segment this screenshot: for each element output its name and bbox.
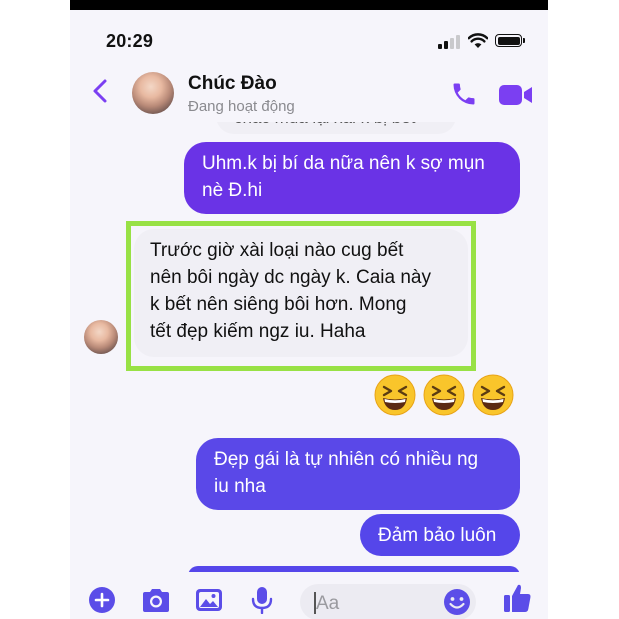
- message-composer: Aa: [70, 572, 548, 619]
- message-line: Trước giờ xài loại nào cug bết: [150, 240, 404, 261]
- top-bezel: [70, 0, 548, 10]
- messenger-screen: 20:29 chắc mùa lại xài k bị bết Chúc Đào…: [70, 0, 548, 619]
- phone-icon[interactable]: [450, 80, 478, 108]
- emoji-icon[interactable]: [442, 587, 472, 617]
- message-line: k bết nên siêng bôi hơn. Mong: [150, 294, 407, 315]
- message-line: Đảm bảo luôn: [378, 525, 497, 546]
- thumbs-up-icon[interactable]: [502, 582, 532, 614]
- message-bubble-incoming: Trước giờ xài loại nào cug bết nên bôi n…: [134, 229, 468, 357]
- message-line: Uhm.k bị bí da nữa nên k sợ mụn: [202, 153, 485, 174]
- message-bubble-outgoing: Uhm.k bị bí da nữa nên k sợ mụn nè Đ.hi: [184, 142, 520, 214]
- camera-icon[interactable]: [140, 586, 172, 614]
- grinning-squinting-face-icon: [472, 374, 514, 416]
- back-chevron-icon[interactable]: [90, 78, 110, 104]
- status-bar: 20:29: [70, 10, 548, 58]
- plus-icon[interactable]: [88, 586, 116, 614]
- grinning-squinting-face-icon: [423, 374, 465, 416]
- contact-avatar[interactable]: [132, 72, 174, 114]
- chat-header: Chúc Đào Đang hoạt động: [70, 58, 548, 122]
- signal-icon: [438, 35, 460, 49]
- microphone-icon[interactable]: [250, 586, 274, 614]
- contact-status: Đang hoạt động: [188, 98, 295, 115]
- message-input[interactable]: Aa: [300, 584, 476, 619]
- gallery-icon[interactable]: [194, 586, 224, 614]
- message-line: iu nha: [214, 476, 266, 497]
- video-camera-icon[interactable]: [498, 83, 534, 107]
- wifi-icon: [468, 33, 488, 48]
- message-bubble-outgoing: Đảm bảo luôn: [360, 514, 520, 556]
- message-input-placeholder: Aa: [316, 593, 340, 614]
- battery-icon: [495, 34, 525, 47]
- sender-avatar[interactable]: [84, 320, 118, 354]
- message-line: nên bôi ngày dc ngày k. Caia này: [150, 267, 431, 288]
- message-bubble-outgoing: Đẹp gái là tự nhiên có nhiều ng iu nha: [196, 438, 520, 510]
- status-time: 20:29: [106, 31, 154, 51]
- message-line: tết đẹp kiếm ngz iu. Haha: [150, 321, 366, 342]
- message-line: Đẹp gái là tự nhiên có nhiều ng: [214, 449, 479, 470]
- contact-name[interactable]: Chúc Đào: [188, 73, 277, 95]
- grinning-squinting-face-icon: [374, 374, 416, 416]
- emoji-reaction-row: [374, 374, 524, 418]
- message-line: nè Đ.hi: [202, 180, 263, 201]
